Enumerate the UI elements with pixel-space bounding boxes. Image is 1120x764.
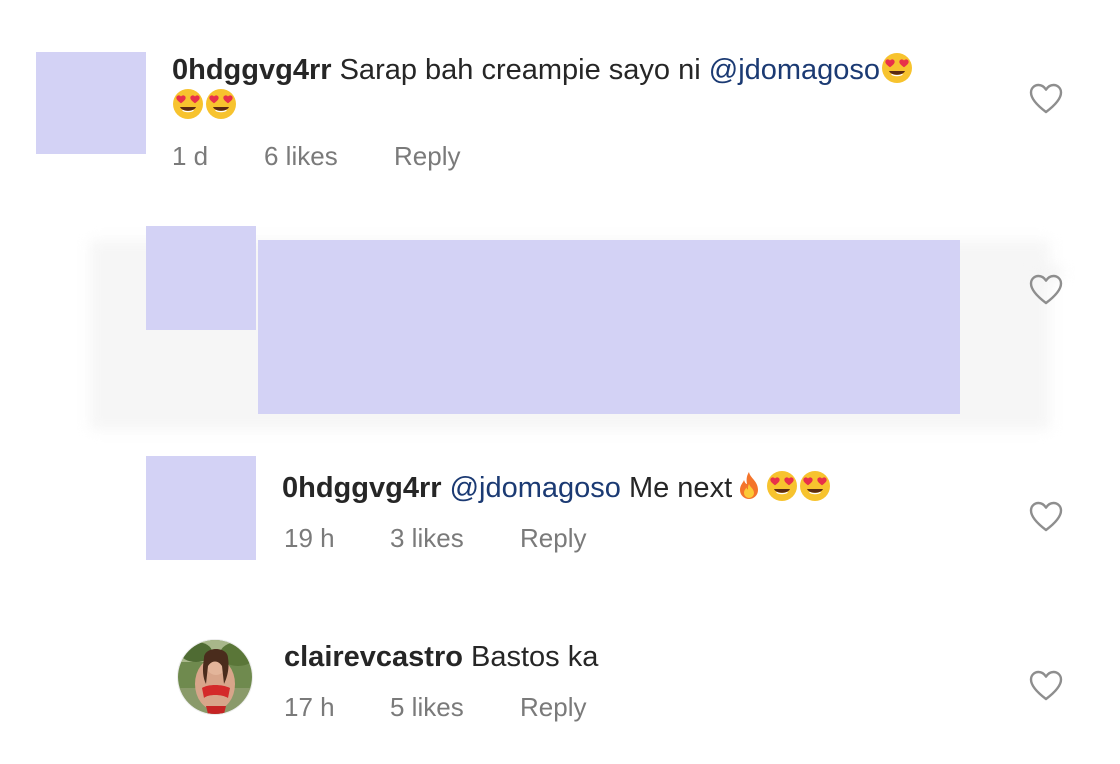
comment-3: 0hdggvg4rr @jdomagoso Me next 19 h 3 lik… [0,440,1120,600]
avatar[interactable] [177,639,253,715]
username[interactable]: 0hdggvg4rr [282,472,442,504]
heart-eyes-emoji-icon [766,470,798,502]
reply-button[interactable]: Reply [520,691,586,723]
fire-emoji-icon [733,470,765,502]
comment-meta: 19 h 3 likes Reply [284,522,684,554]
likes-count[interactable]: 5 likes [390,691,464,723]
comment-text: 0hdggvg4rr @jdomagoso Me next [282,468,831,508]
like-heart-icon[interactable] [1029,83,1063,115]
timestamp: 17 h [284,692,335,722]
comment-4: clairevcastro Bastos ka 17 h 5 likes Rep… [0,600,1120,764]
comment-text-line2 [172,86,237,126]
comment-meta: 17 h 5 likes Reply [284,691,684,723]
avatar-redacted[interactable] [146,456,256,560]
avatar-photo-image [178,640,252,714]
likes-count[interactable]: 3 likes [390,522,464,554]
username[interactable]: clairevcastro [284,641,463,673]
heart-eyes-emoji-icon [172,88,204,120]
like-heart-icon[interactable] [1029,274,1063,306]
comment-body: Me next [620,472,733,504]
comment-body: Sarap bah creampie sayo ni [339,54,709,86]
comment-text: 0hdggvg4rr Sarap bah creampie sayo ni @j… [172,50,913,90]
username[interactable]: 0hdggvg4rr [172,54,332,86]
comment-2-redacted [0,200,1120,440]
reply-button[interactable]: Reply [394,140,460,172]
reply-button[interactable]: Reply [520,522,586,554]
heart-eyes-emoji-icon [205,88,237,120]
timestamp: 19 h [284,523,335,553]
likes-count[interactable]: 6 likes [264,140,338,172]
heart-eyes-emoji-icon [881,52,913,84]
comment-body: Bastos ka [462,641,599,673]
comment-meta: 1 d 6 likes Reply [172,140,572,172]
heart-eyes-emoji-icon [799,470,831,502]
avatar-redacted[interactable] [36,52,146,154]
like-heart-icon[interactable] [1029,670,1063,702]
redacted-comment-content [258,240,960,414]
avatar-redacted[interactable] [146,226,256,330]
comment-1: 0hdggvg4rr Sarap bah creampie sayo ni @j… [0,0,1120,200]
mention-link[interactable]: @jdomagoso [450,472,621,504]
timestamp: 1 d [172,141,209,171]
mention-link[interactable]: @jdomagoso [709,54,880,86]
comment-text: clairevcastro Bastos ka [284,637,598,677]
like-heart-icon[interactable] [1029,501,1063,533]
